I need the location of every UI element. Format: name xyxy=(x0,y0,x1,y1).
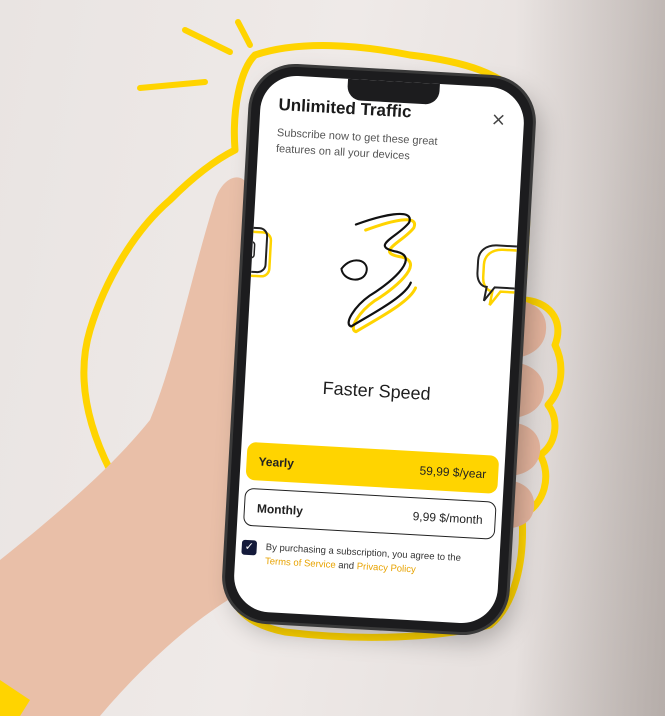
plan-price-value: 59,99 xyxy=(419,463,450,480)
consent-row: ✓ By purchasing a subscription, you agre… xyxy=(241,539,494,575)
app-screen: Unlimited Traffic × Subscribe now to get… xyxy=(232,74,526,625)
paywall-subtitle: Subscribe now to get these great feature… xyxy=(275,126,438,163)
terms-of-service-link[interactable]: Terms of Service xyxy=(265,556,336,571)
privacy-policy-link[interactable]: Privacy Policy xyxy=(356,561,416,575)
plan-option-yearly[interactable]: Yearly 59,99 $/year xyxy=(245,441,500,494)
feature-label: Faster Speed xyxy=(322,377,432,404)
plan-name: Yearly xyxy=(258,454,295,471)
plan-price-value: 9,99 xyxy=(412,509,437,525)
feature-carousel xyxy=(246,212,520,334)
shield-icon xyxy=(246,226,273,278)
lightning-scribble-icon xyxy=(340,212,417,334)
plan-price: 9,99 $/month xyxy=(412,509,483,527)
close-icon[interactable]: × xyxy=(490,109,506,131)
phone-device: Unlimited Traffic × Subscribe now to get… xyxy=(222,64,536,635)
photo-scene: Unlimited Traffic × Subscribe now to get… xyxy=(0,0,665,716)
consent-checkbox[interactable]: ✓ xyxy=(241,539,258,556)
plan-price-unit: $/month xyxy=(438,510,484,528)
chat-bubble-icon xyxy=(476,244,520,306)
consent-text: By purchasing a subscription, you agree … xyxy=(265,541,476,581)
consent-and: and xyxy=(337,560,355,572)
plan-price-unit: $/year xyxy=(452,465,487,482)
plan-name: Monthly xyxy=(256,501,304,518)
plan-price: 59,99 $/year xyxy=(419,463,486,481)
plan-option-monthly[interactable]: Monthly 9,99 $/month xyxy=(242,487,497,540)
